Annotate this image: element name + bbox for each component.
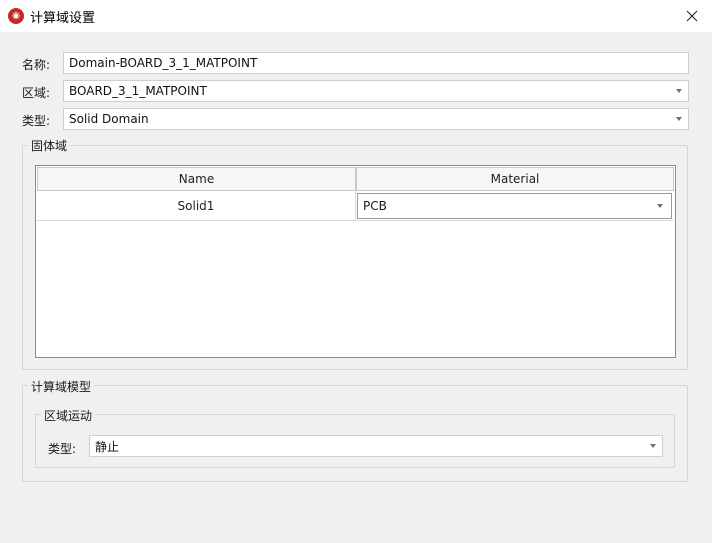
region-select[interactable]: BOARD_3_1_MATPOINT: [63, 80, 689, 102]
close-icon: [686, 10, 698, 22]
name-input[interactable]: Domain-BOARD_3_1_MATPOINT: [63, 52, 689, 74]
table-row[interactable]: Solid1 PCB: [37, 191, 674, 221]
motion-type-label: 类型:: [48, 442, 77, 456]
chevron-down-icon: [650, 444, 656, 448]
cell-material[interactable]: PCB: [356, 191, 674, 221]
type-select-value: Solid Domain: [69, 112, 149, 126]
type-select[interactable]: Solid Domain: [63, 108, 689, 130]
column-header-material[interactable]: Material: [356, 167, 674, 191]
chevron-down-icon: [657, 204, 663, 208]
name-label: 名称:: [22, 58, 51, 72]
domain-model-title: 计算域模型: [28, 378, 95, 395]
material-select[interactable]: PCB: [357, 193, 672, 219]
region-select-value: BOARD_3_1_MATPOINT: [69, 84, 207, 98]
table-header: Name Material: [37, 167, 674, 191]
material-select-value: PCB: [363, 199, 387, 213]
solid-domain-title: 固体域: [28, 137, 71, 154]
window-title: 计算域设置: [30, 10, 96, 26]
column-header-name[interactable]: Name: [37, 167, 356, 191]
chevron-down-icon: [676, 117, 682, 121]
region-label: 区域:: [22, 86, 51, 100]
type-label: 类型:: [22, 114, 51, 128]
motion-type-value: 静止: [95, 439, 120, 454]
app-logo-icon: ◉: [8, 8, 24, 24]
name-input-value: Domain-BOARD_3_1_MATPOINT: [69, 56, 258, 70]
chevron-down-icon: [676, 89, 682, 93]
motion-type-select[interactable]: 静止: [89, 435, 663, 457]
cell-name[interactable]: Solid1: [37, 191, 356, 221]
title-bar: ◉ 计算域设置: [0, 0, 712, 32]
region-motion-title: 区域运动: [41, 407, 96, 424]
solid-domain-table: Name Material Solid1 PCB: [35, 165, 676, 358]
close-button[interactable]: [672, 0, 712, 32]
